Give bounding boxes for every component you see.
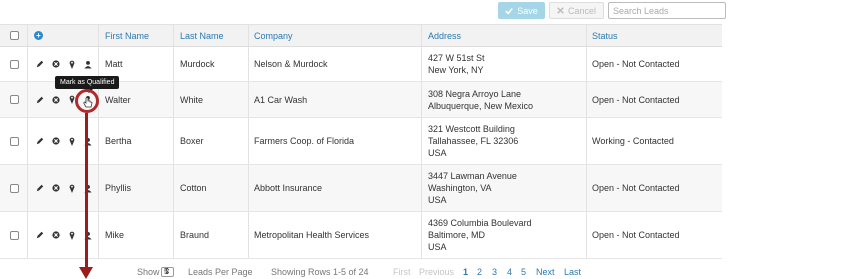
save-label: Save: [517, 5, 538, 16]
add-lead-cell: +: [34, 25, 43, 46]
status: Open - Not Contacted: [592, 183, 680, 193]
page-link-5[interactable]: 5: [521, 267, 526, 277]
per-page-suffix: Leads Per Page: [188, 267, 253, 277]
table-row: Phyllis Cotton Abbott Insurance 3447 Law…: [0, 165, 722, 212]
row-checkbox[interactable]: [10, 183, 19, 193]
page-link-3[interactable]: 3: [492, 267, 497, 277]
address-line: Washington, VA: [428, 183, 492, 193]
check-icon: [505, 7, 514, 15]
pencil-icon[interactable]: [36, 184, 44, 193]
address-line: 321 Westcott Building: [428, 124, 515, 134]
pencil-icon[interactable]: [36, 137, 44, 146]
leads-table: + First Name Last Name Company Address S…: [0, 24, 722, 259]
row-checkbox[interactable]: [10, 230, 19, 240]
hand-cursor-icon: [83, 97, 93, 108]
rows-info: Showing Rows 1-5 of 24: [271, 267, 369, 277]
delete-icon[interactable]: [52, 184, 60, 193]
per-page-value: 5: [164, 267, 169, 276]
last-name: White: [180, 94, 204, 105]
map-pin-icon[interactable]: [68, 60, 76, 69]
show-label: Show: [137, 267, 160, 277]
cancel-label: Cancel: [567, 5, 596, 16]
address-line: 427 W 51st St: [428, 53, 485, 63]
pagination-bar: Show 5 ⇕ Leads Per Page Showing Rows 1-5…: [0, 267, 722, 279]
close-icon: [557, 7, 564, 14]
annotation-arrow-shaft: [85, 113, 88, 269]
pencil-icon[interactable]: [36, 60, 44, 69]
table-header: + First Name Last Name Company Address S…: [0, 24, 722, 47]
page-link-4[interactable]: 4: [507, 267, 512, 277]
address-line: USA: [428, 148, 447, 158]
per-page-select[interactable]: 5 ⇕: [161, 267, 174, 277]
address: 3447 Lawman Avenue Washington, VA USA: [428, 165, 517, 211]
header-company[interactable]: Company: [254, 25, 293, 46]
search-input[interactable]: [608, 2, 726, 19]
delete-icon[interactable]: [52, 95, 60, 104]
select-all-cell: [10, 25, 19, 46]
status: Working - Contacted: [592, 136, 674, 146]
header-address[interactable]: Address: [428, 25, 461, 46]
company: A1 Car Wash: [254, 94, 308, 105]
address: 427 W 51st St New York, NY: [428, 47, 485, 81]
address-line: 308 Negra Arroyo Lane: [428, 88, 522, 99]
plus-circle-icon[interactable]: +: [34, 31, 43, 40]
address: 308 Negra Arroyo Lane Albuquerque, New M…: [428, 82, 533, 117]
map-pin-icon[interactable]: [68, 184, 76, 193]
company: Nelson & Murdock: [254, 59, 328, 69]
address: 4369 Columbia Boulevard Baltimore, MD US…: [428, 212, 532, 258]
table-row: Bertha Boxer Farmers Coop. of Florida 32…: [0, 118, 722, 165]
previous-page-link[interactable]: Previous: [419, 267, 454, 277]
first-page-link[interactable]: First: [393, 267, 411, 277]
address-line: Tallahassee, FL 32306: [428, 136, 519, 146]
row-checkbox[interactable]: [10, 59, 19, 69]
company: Abbott Insurance: [254, 183, 323, 193]
save-button[interactable]: Save: [498, 2, 545, 19]
status: Open - Not Contacted: [592, 94, 680, 105]
address-line: 4369 Columbia Boulevard: [428, 218, 532, 228]
next-page-link[interactable]: Next: [536, 267, 555, 277]
last-name: Murdock: [180, 59, 215, 69]
address-line: Baltimore, MD: [428, 230, 486, 240]
address-line: Albuquerque, New Mexico: [428, 100, 534, 111]
last-name: Braund: [180, 230, 210, 240]
first-name: Phyllis: [105, 183, 132, 193]
select-all-checkbox[interactable]: [10, 31, 19, 40]
last-name: Cotton: [180, 183, 207, 193]
delete-icon[interactable]: [52, 137, 60, 146]
mark-as-qualified-tooltip: Mark as Qualified: [55, 76, 120, 93]
header-last-name[interactable]: Last Name: [180, 25, 224, 46]
first-name: Bertha: [105, 136, 132, 146]
map-pin-icon[interactable]: [68, 137, 76, 146]
toolbar: Save Cancel: [498, 2, 726, 19]
address-line: USA: [428, 195, 447, 205]
cancel-button[interactable]: Cancel: [549, 2, 604, 19]
first-name: Mike: [105, 230, 125, 240]
address-line: New York, NY: [428, 65, 484, 75]
company: Farmers Coop. of Florida: [254, 136, 355, 146]
status: Open - Not Contacted: [592, 59, 680, 69]
row-checkbox[interactable]: [10, 136, 19, 146]
delete-icon[interactable]: [52, 231, 60, 240]
delete-icon[interactable]: [52, 60, 60, 69]
row-checkbox[interactable]: [10, 95, 19, 104]
header-first-name[interactable]: First Name: [105, 25, 149, 46]
row-actions: [36, 118, 92, 164]
address-line: 3447 Lawman Avenue: [428, 171, 517, 181]
page-link-1[interactable]: 1: [463, 267, 468, 277]
last-page-link[interactable]: Last: [564, 267, 581, 277]
pencil-icon[interactable]: [36, 95, 44, 104]
row-actions: [36, 165, 92, 211]
address: 321 Westcott Building Tallahassee, FL 32…: [428, 118, 518, 164]
page-link-2[interactable]: 2: [477, 267, 482, 277]
row-actions: [36, 212, 92, 258]
address-line: USA: [428, 242, 447, 252]
status: Open - Not Contacted: [592, 230, 680, 240]
last-name: Boxer: [180, 136, 204, 146]
map-pin-icon[interactable]: [68, 231, 76, 240]
pencil-icon[interactable]: [36, 231, 44, 240]
company: Metropolitan Health Services: [254, 230, 370, 240]
header-status[interactable]: Status: [592, 25, 618, 46]
user-icon[interactable]: [84, 60, 92, 69]
table-row: Mike Braund Metropolitan Health Services…: [0, 212, 722, 259]
